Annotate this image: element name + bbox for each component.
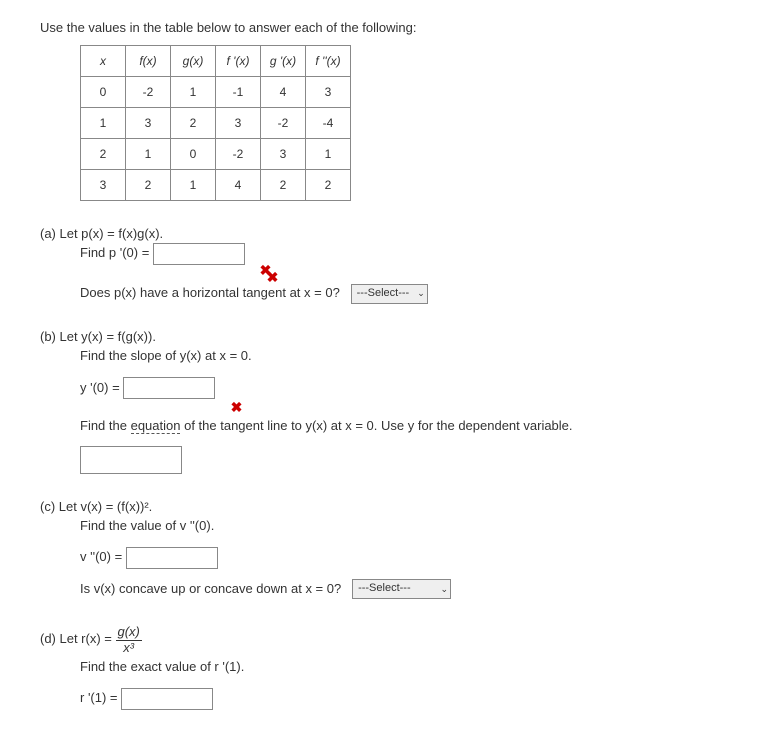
part-c-select[interactable]: ---Select--- ⌄ (352, 579, 451, 599)
table-row: 3 2 1 4 2 2 (81, 170, 351, 201)
cell: -2 (126, 77, 171, 108)
cell: 3 (81, 170, 126, 201)
part-c-label: (c) Let v(x) = (f(x))². (40, 499, 735, 514)
instructions: Use the values in the table below to ans… (40, 20, 735, 35)
cell: -1 (216, 77, 261, 108)
cell: 1 (81, 108, 126, 139)
chevron-down-icon: ⌄ (417, 285, 425, 301)
cell: 3 (216, 108, 261, 139)
cell: 3 (306, 77, 351, 108)
cell: 4 (216, 170, 261, 201)
part-c-vpp-label: v ''(0) = (80, 549, 126, 564)
x-mark-icon: ✖ (260, 262, 272, 278)
part-d-rprime-label: r '(1) = (80, 690, 121, 705)
cell: 2 (306, 170, 351, 201)
part-b-yprime-label: y '(0) = (80, 380, 123, 395)
table-row: 1 3 2 3 -2 -4 (81, 108, 351, 139)
cell: 0 (171, 139, 216, 170)
fraction-den: x³ (116, 641, 142, 655)
cell: 1 (171, 170, 216, 201)
part-a-question: Does p(x) have a horizontal tangent at x… (80, 285, 340, 300)
data-table: x f(x) g(x) f '(x) g '(x) f ''(x) 0 -2 1… (80, 45, 351, 201)
cell: 2 (171, 108, 216, 139)
table-row: 0 -2 1 -1 4 3 (81, 77, 351, 108)
th-gpx: g '(x) (261, 46, 306, 77)
part-d-input[interactable] (121, 688, 213, 710)
part-b-label: (b) Let y(x) = f(g(x)). (40, 329, 735, 344)
select-value: ---Select--- (358, 579, 411, 599)
equation-link[interactable]: equation (131, 418, 181, 434)
part-a-find: Find p '(0) = (80, 245, 153, 260)
cell: -4 (306, 108, 351, 139)
th-x: x (81, 46, 126, 77)
cell: 1 (306, 139, 351, 170)
th-fx: f(x) (126, 46, 171, 77)
cell: 2 (81, 139, 126, 170)
cell: 1 (171, 77, 216, 108)
part-d-find: Find the exact value of r '(1). (80, 659, 244, 674)
chevron-down-icon: ⌄ (441, 581, 449, 597)
cell: -2 (261, 108, 306, 139)
part-b-eq-post: of the tangent line to y(x) at x = 0. Us… (180, 418, 572, 433)
th-gx: g(x) (171, 46, 216, 77)
part-a-label: (a) Let p(x) = f(x)g(x). (40, 226, 735, 241)
cell: -2 (216, 139, 261, 170)
cell: 1 (126, 139, 171, 170)
table-row: 2 1 0 -2 3 1 (81, 139, 351, 170)
cell: 0 (81, 77, 126, 108)
th-fppx: f ''(x) (306, 46, 351, 77)
fraction: g(x) x³ (116, 625, 142, 655)
part-c-input[interactable] (126, 547, 218, 569)
table-header-row: x f(x) g(x) f '(x) g '(x) f ''(x) (81, 46, 351, 77)
th-fpx: f '(x) (216, 46, 261, 77)
part-d-label: (d) Let r(x) = g(x) x³ (40, 625, 735, 655)
cell: 3 (261, 139, 306, 170)
part-a-select[interactable]: ---Select--- ⌄ (351, 284, 428, 304)
part-b-eq-pre: Find the (80, 418, 131, 433)
select-value: ---Select--- (357, 284, 410, 304)
part-b-slope: Find the slope of y(x) at x = 0. (80, 348, 252, 363)
part-b-equation-input[interactable] (80, 446, 182, 474)
part-c-concave: Is v(x) concave up or concave down at x … (80, 581, 341, 596)
x-mark-icon: ✖ (231, 399, 243, 415)
cell: 2 (126, 170, 171, 201)
cell: 2 (261, 170, 306, 201)
cell: 3 (126, 108, 171, 139)
part-c-find: Find the value of v ''(0). (80, 518, 214, 533)
cell: 4 (261, 77, 306, 108)
fraction-num: g(x) (116, 625, 142, 640)
part-b-input[interactable] (123, 377, 215, 399)
part-a-input[interactable] (153, 243, 245, 265)
